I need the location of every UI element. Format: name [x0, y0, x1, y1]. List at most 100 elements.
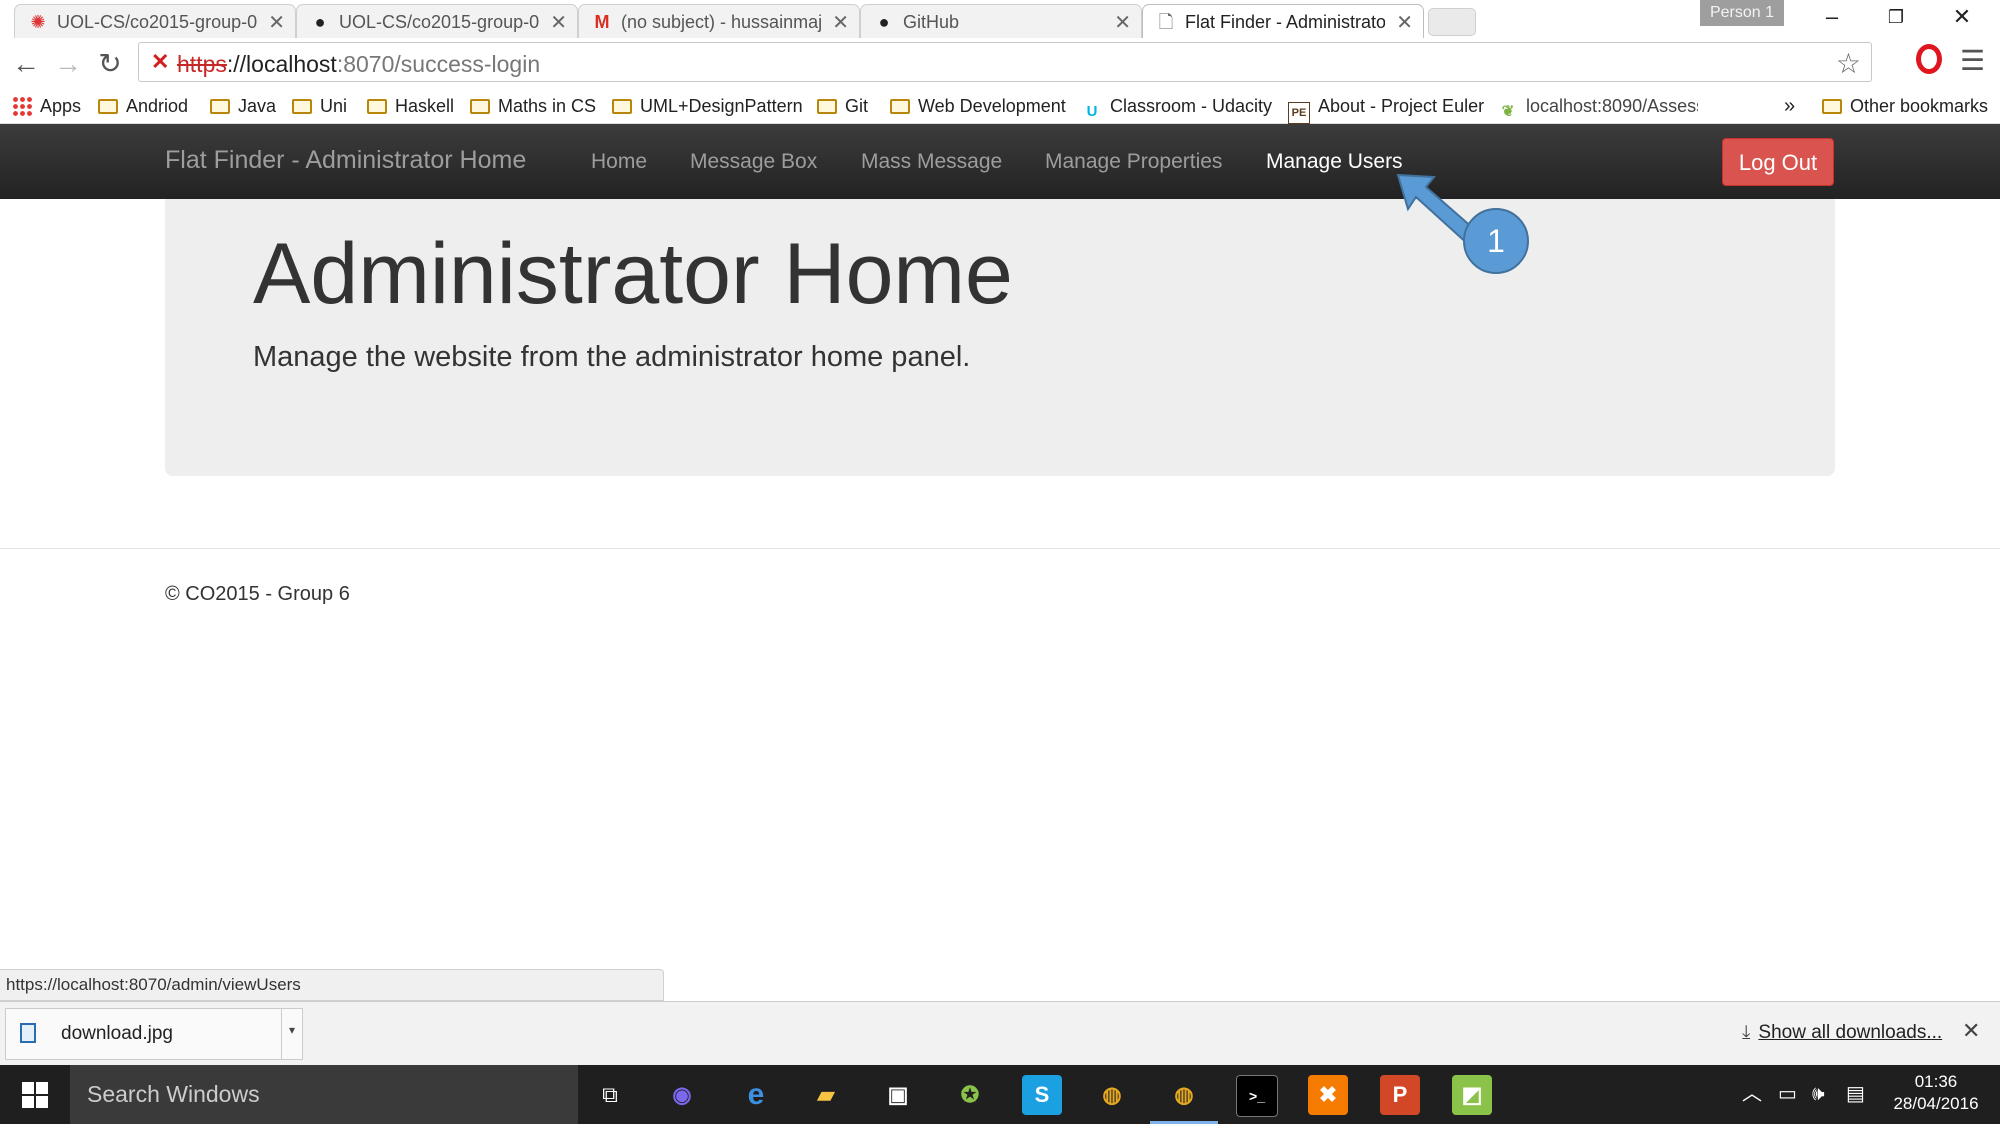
back-arrow-icon[interactable]: ←: [8, 46, 44, 82]
browser-tab[interactable]: ● GitHub ✕: [860, 4, 1142, 38]
bookmark-item[interactable]: Java: [210, 92, 276, 120]
browser-tab-strip: ✺ UOL-CS/co2015-group-06 ✕ ● UOL-CS/co20…: [0, 0, 2000, 38]
nav-mass-message[interactable]: Mass Message: [861, 150, 1002, 174]
bookmark-label: Uni: [320, 96, 348, 116]
opera-extension-icon[interactable]: [1916, 44, 1942, 74]
browser-tab[interactable]: ● UOL-CS/co2015-group-06 ✕: [296, 4, 578, 38]
bookmark-label: UML+DesignPattern: [640, 96, 803, 116]
close-icon[interactable]: ✕: [1114, 10, 1131, 35]
skype-icon[interactable]: S: [1022, 1075, 1062, 1115]
browser-tab-active[interactable]: 🗋 Flat Finder - Administrator ✕: [1142, 4, 1424, 38]
restore-icon[interactable]: ❐: [1868, 0, 1924, 36]
folder-icon: [292, 99, 312, 114]
clock-time: 01:36: [1914, 1072, 1958, 1091]
intellij-icon[interactable]: ◩: [1452, 1075, 1492, 1115]
android-studio-icon[interactable]: ✪: [950, 1075, 990, 1115]
close-icon[interactable]: ✕: [1962, 1018, 1980, 1044]
xampp-icon[interactable]: ✖: [1308, 1075, 1348, 1115]
tray-chevron-up-icon[interactable]: ︿: [1742, 1065, 1762, 1124]
task-view-icon[interactable]: ⧉: [590, 1075, 630, 1115]
browser-tab[interactable]: ✺ UOL-CS/co2015-group-06 ✕: [14, 4, 296, 38]
show-all-downloads-link[interactable]: ⤓ Show all downloads...: [1742, 1022, 1942, 1044]
url-path: :8070/success-login: [336, 51, 541, 77]
close-icon[interactable]: ✕: [268, 10, 285, 35]
file-explorer-icon[interactable]: ▰: [806, 1075, 846, 1115]
insecure-lock-icon: ✕: [151, 49, 170, 74]
bookmark-label: Git: [845, 96, 869, 116]
bug-icon: ✺: [30, 12, 46, 32]
close-icon[interactable]: ✕: [550, 10, 567, 35]
bookmark-item[interactable]: Uni: [292, 92, 347, 120]
status-bubble: https://localhost:8070/admin/viewUsers: [0, 969, 664, 1001]
eclipse-icon[interactable]: ◉: [662, 1075, 702, 1115]
taskbar-search[interactable]: Search Windows: [70, 1065, 578, 1124]
navbar-brand[interactable]: Flat Finder - Administrator Home: [165, 146, 526, 175]
close-icon[interactable]: ✕: [1396, 10, 1413, 35]
jumbotron: Administrator Home Manage the website fr…: [165, 199, 1835, 476]
volume-icon[interactable]: 🕪: [1812, 1065, 1825, 1124]
github-icon: ●: [314, 12, 326, 32]
battery-icon[interactable]: ▭: [1778, 1065, 1797, 1124]
profile-badge[interactable]: Person 1: [1700, 0, 1784, 26]
bookmark-label: Haskell: [395, 96, 455, 116]
gmail-icon: M: [594, 12, 610, 32]
apps-grid-icon: [12, 96, 32, 116]
chrome-active-icon[interactable]: ◍: [1164, 1075, 1204, 1115]
page-icon: 🗋: [1158, 12, 1174, 32]
start-button[interactable]: [0, 1065, 70, 1124]
tab-title: UOL-CS/co2015-group-06: [339, 12, 539, 32]
bookmark-item[interactable]: ❦ localhost:8090/Assess: [1498, 92, 1698, 120]
bookmark-item[interactable]: PE About - Project Euler: [1288, 92, 1484, 124]
nav-manage-users[interactable]: Manage Users: [1266, 150, 1403, 174]
folder-icon: [890, 99, 910, 114]
chrome-icon[interactable]: ◍: [1092, 1075, 1132, 1115]
bookmarks-overflow-icon[interactable]: »: [1784, 92, 1795, 120]
store-icon[interactable]: ▣: [878, 1075, 918, 1115]
action-center-icon[interactable]: ▤: [1846, 1065, 1865, 1124]
new-tab-button[interactable]: [1428, 8, 1476, 36]
system-clock[interactable]: 01:36 28/04/2016: [1888, 1071, 1984, 1115]
bookmark-item[interactable]: Git: [817, 92, 868, 120]
menu-icon[interactable]: ☰: [1960, 44, 1985, 77]
tab-title: (no subject) - hussainmaji: [621, 12, 821, 32]
page-title: Administrator Home: [253, 226, 1013, 322]
footer: © CO2015 - Group 6: [165, 583, 350, 605]
download-item[interactable]: download.jpg ▾: [5, 1008, 303, 1060]
bookmark-item[interactable]: U Classroom - Udacity: [1082, 92, 1272, 120]
nav-message-box[interactable]: Message Box: [690, 150, 817, 174]
bookmark-item[interactable]: Andriod: [98, 92, 188, 120]
project-euler-icon: PE: [1288, 102, 1310, 124]
forward-arrow-icon[interactable]: →: [50, 46, 86, 82]
bookmark-item[interactable]: Web Development: [890, 92, 1066, 120]
close-icon[interactable]: ✕: [832, 10, 849, 35]
bookmarks-bar: Apps Andriod Java Uni Haskell Maths in C…: [0, 88, 2000, 124]
window-close-icon[interactable]: ✕: [1934, 0, 1990, 36]
bookmark-star-icon[interactable]: ☆: [1836, 47, 1861, 80]
nav-manage-properties[interactable]: Manage Properties: [1045, 150, 1222, 174]
logout-button[interactable]: Log Out: [1722, 138, 1834, 186]
bookmark-label: localhost:8090/Assess: [1526, 96, 1698, 116]
folder-icon: [1822, 99, 1842, 114]
nav-home[interactable]: Home: [591, 150, 647, 174]
folder-icon: [210, 99, 230, 114]
callout-number-badge: 1: [1463, 208, 1529, 274]
chevron-down-icon[interactable]: ▾: [281, 1009, 302, 1059]
browser-toolbar: ← → ↻ ✕ https://localhost:8070/success-l…: [0, 38, 2000, 88]
edge-icon[interactable]: e: [736, 1075, 776, 1115]
address-bar[interactable]: ✕ https://localhost:8070/success-login ☆: [138, 42, 1872, 82]
minimize-icon[interactable]: –: [1804, 0, 1860, 36]
bookmark-label: Apps: [40, 96, 82, 116]
bookmark-apps[interactable]: Apps: [12, 92, 81, 120]
bookmark-item[interactable]: Maths in CS: [470, 92, 596, 120]
powerpoint-icon[interactable]: P: [1380, 1075, 1420, 1115]
reload-icon[interactable]: ↻: [92, 46, 128, 82]
other-bookmarks[interactable]: Other bookmarks: [1822, 92, 1988, 120]
tab-title: Flat Finder - Administrator: [1185, 12, 1385, 32]
folder-icon: [817, 99, 837, 114]
windows-taskbar: Search Windows ⧉ ◉ e ▰ ▣ ✪ S ◍ ◍ >_ ✖ P …: [0, 1065, 2000, 1124]
terminal-icon[interactable]: >_: [1236, 1075, 1278, 1117]
bookmark-item[interactable]: Haskell: [367, 92, 454, 120]
browser-tab[interactable]: M (no subject) - hussainmaji ✕: [578, 4, 860, 38]
url-scheme: https: [177, 51, 227, 77]
bookmark-item[interactable]: UML+DesignPattern: [612, 92, 803, 120]
